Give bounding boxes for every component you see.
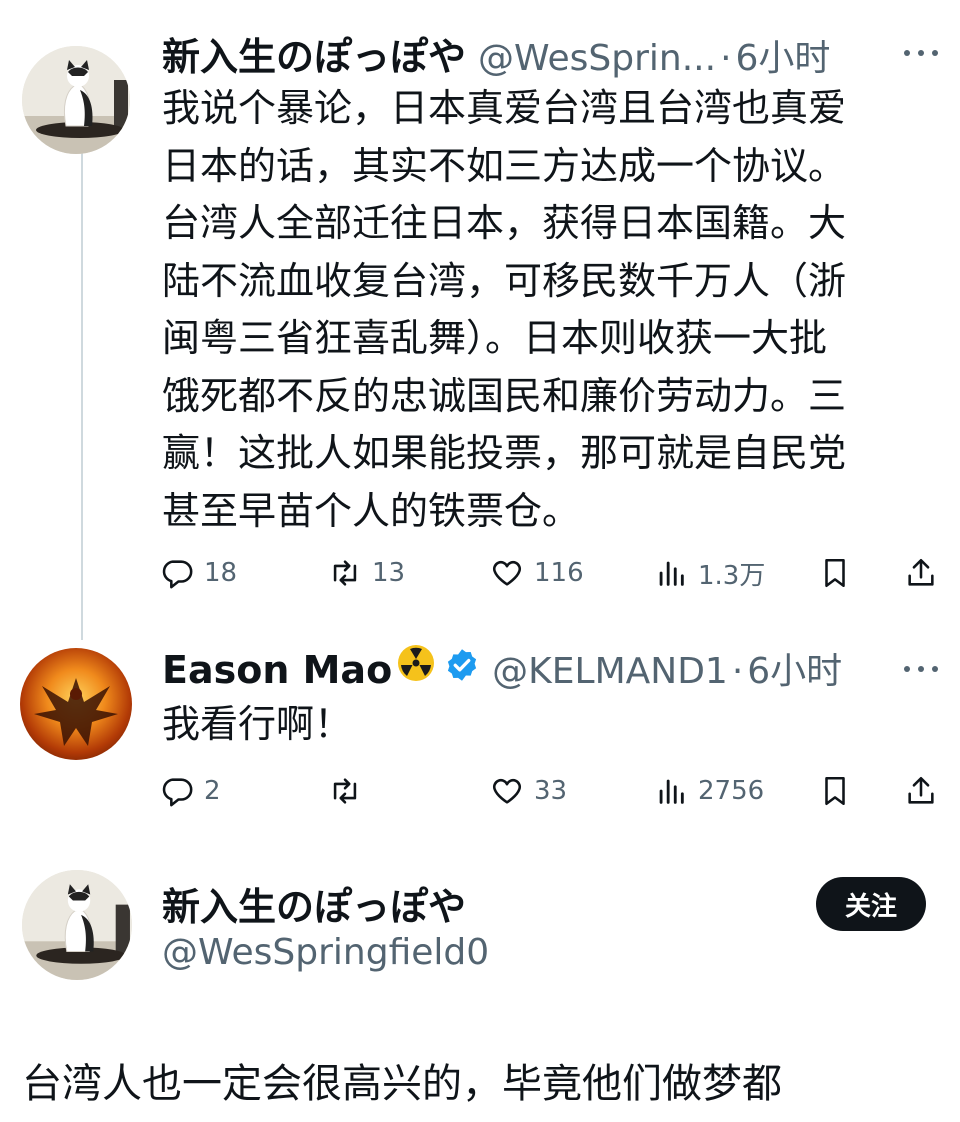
tweet-text-line: 饿死都不反的忠诚国民和廉价劳动力。三 — [162, 373, 847, 418]
tweet-time[interactable]: 6小时 — [736, 29, 831, 81]
share-icon — [908, 558, 934, 586]
tweet-text-line: 陆不流血收复台湾，可移民数千万人（浙 — [162, 258, 847, 303]
follow-button[interactable]: 关注 — [816, 877, 926, 931]
like-button[interactable]: 116 — [490, 553, 584, 593]
tweet-text-line: 闽粤三省狂喜乱舞）。日本则收获一大批 — [162, 316, 828, 360]
views-count: 2756 — [698, 776, 765, 806]
tweet-text: 我说个暴论，日本真爱台湾且台湾也真爱 日本的话，其实不如三方达成一个协议。 台湾… — [162, 80, 846, 540]
main-tweet-text: 台湾人也一定会很高兴的，毕竟他们做梦都 — [22, 1061, 782, 1107]
tweet-header: Eason Mao @KELMAND1 · 6小时 — [162, 642, 842, 694]
retweet-count: 13 — [372, 558, 406, 588]
profile-name[interactable]: 新入生のぽっぽや — [162, 876, 466, 931]
bookmark-icon — [825, 558, 845, 588]
views-icon — [659, 561, 684, 586]
tweet-time[interactable]: 6小时 — [747, 642, 842, 694]
views-button[interactable]: 1.3万 — [654, 553, 765, 593]
separator: · — [731, 651, 744, 692]
more-icon[interactable] — [904, 48, 938, 58]
retweet-icon — [333, 560, 357, 586]
tweet-text-line: 我说个暴论，日本真爱台湾且台湾也真爱 — [162, 86, 847, 130]
views-button[interactable]: 2756 — [654, 771, 764, 811]
radioactive-emoji-icon — [398, 645, 435, 681]
reply-count: 18 — [204, 558, 238, 588]
bookmark-button[interactable] — [818, 553, 852, 593]
share-button[interactable] — [904, 553, 938, 593]
separator: · — [720, 38, 732, 79]
avatar[interactable] — [22, 46, 130, 154]
phoenix-avatar-image — [34, 678, 118, 746]
retweet-icon — [333, 778, 357, 804]
share-button[interactable] — [904, 771, 938, 811]
tweet-text-line: 我看行啊！ — [162, 702, 353, 746]
retweet-button[interactable]: 13 — [328, 553, 405, 593]
cat-avatar-image — [22, 46, 130, 154]
reply-icon — [162, 560, 193, 589]
reply-button[interactable]: 18 — [160, 553, 237, 593]
profile-handle[interactable]: @WesSpringfield0 — [162, 932, 489, 973]
more-icon[interactable] — [904, 664, 938, 674]
avatar[interactable] — [22, 870, 132, 980]
retweet-button[interactable] — [328, 771, 372, 811]
bookmark-icon — [825, 776, 845, 806]
tweet-actions: 2 33 2756 — [160, 771, 940, 811]
tweet-text: 我看行啊！ — [162, 696, 352, 754]
like-icon — [493, 778, 521, 804]
like-icon — [493, 560, 521, 586]
author-handle[interactable]: @WesSprin... — [478, 38, 716, 79]
tweet-text-line: 赢！这批人如果能投票，那可就是自民党 — [162, 431, 847, 475]
thread-line — [81, 152, 83, 640]
bookmark-button[interactable] — [818, 771, 852, 811]
like-count: 33 — [534, 776, 568, 806]
like-count: 116 — [534, 558, 584, 588]
avatar[interactable] — [20, 648, 132, 760]
author-name[interactable]: 新入生のぽっぽや — [162, 26, 466, 81]
views-icon — [659, 779, 684, 804]
views-count: 1.3万 — [698, 560, 766, 591]
cat-avatar-image — [22, 870, 132, 980]
author-handle[interactable]: @KELMAND1 — [492, 651, 728, 692]
verified-badge-icon — [448, 649, 477, 681]
tweet-actions: 18 13 116 1.3万 — [160, 553, 940, 593]
like-button[interactable]: 33 — [490, 771, 567, 811]
reply-count: 2 — [204, 776, 221, 806]
author-name[interactable]: Eason Mao — [162, 648, 392, 692]
tweet-text-line: 甚至早苗个人的铁票仓。 — [162, 488, 581, 533]
tweet-text-line: 台湾人全部迁往日本，获得日本国籍。大 — [162, 201, 847, 245]
reply-button[interactable]: 2 — [160, 771, 221, 811]
share-icon — [908, 776, 934, 804]
tweet-text-line: 日本的话，其实不如三方达成一个协议。 — [162, 143, 847, 188]
tweet-header: 新入生のぽっぽや @WesSprin... · 6小时 — [162, 26, 830, 81]
reply-icon — [162, 778, 193, 807]
